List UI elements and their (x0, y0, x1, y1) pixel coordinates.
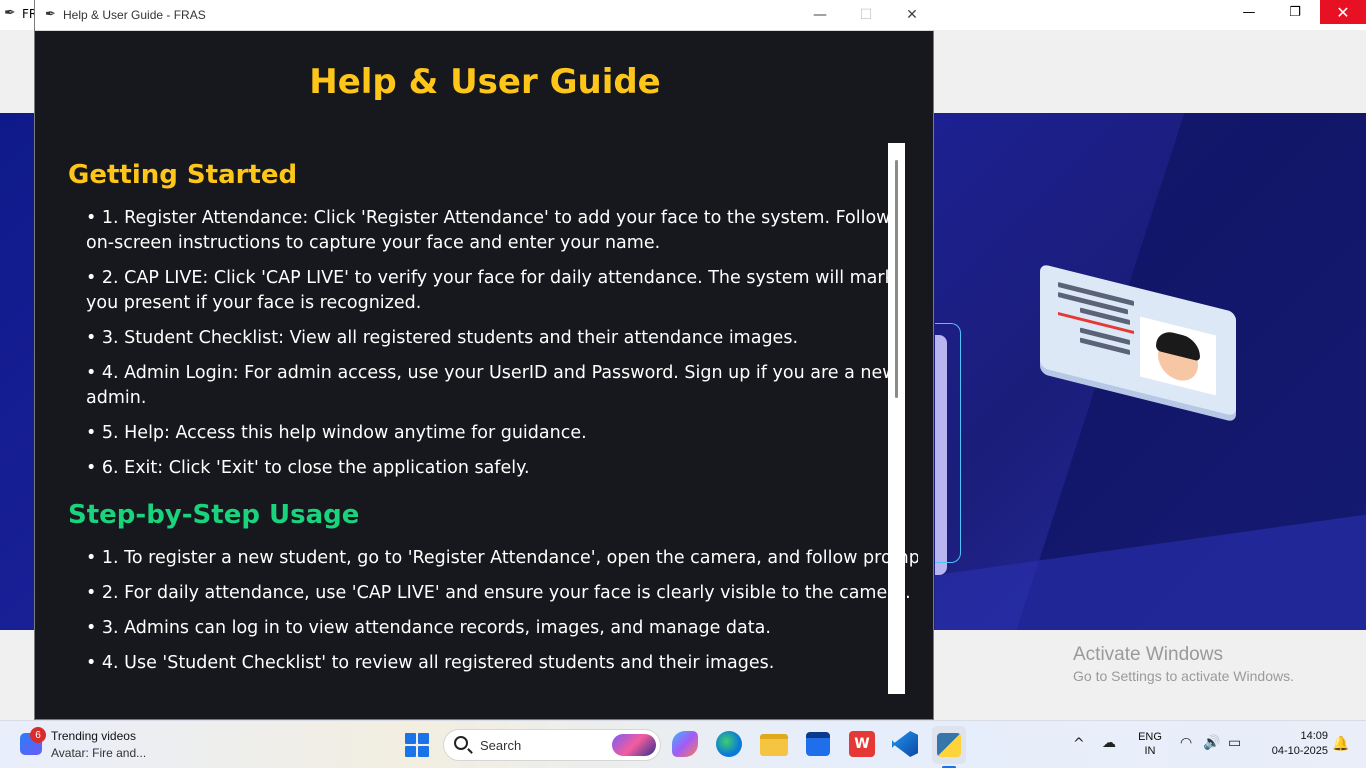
clock-time: 14:09 (1300, 730, 1328, 742)
help-maximize-button[interactable]: ☐ (843, 0, 889, 30)
feather-app-icon: ✒ (4, 5, 16, 21)
list-item: • 3. Student Checklist: View all registe… (86, 328, 799, 348)
help-minimize-button[interactable]: — (797, 0, 843, 30)
battery-icon[interactable]: ▭ (1228, 735, 1241, 751)
list-item: • 2. For daily attendance, use 'CAP LIVE… (86, 583, 911, 603)
help-window: ✒ Help & User Guide - FRAS — ☐ ✕ Help & … (34, 0, 935, 720)
volume-icon[interactable]: 🔊 (1203, 735, 1220, 751)
wps-office-icon[interactable]: W (849, 731, 875, 757)
wifi-icon[interactable]: ◠ (1180, 735, 1192, 751)
start-windows-icon[interactable] (405, 733, 429, 757)
notification-bell-icon[interactable]: 🔔 (1332, 736, 1349, 752)
list-item: • 2. CAP LIVE: Click 'CAP LIVE' to verif… (86, 268, 895, 313)
section-title-getting-started: Getting Started (68, 160, 298, 190)
feather-app-icon: ✒ (45, 7, 56, 22)
list-item: • 4. Use 'Student Checklist' to review a… (86, 653, 775, 673)
taskbar-search-box[interactable]: Search (443, 729, 661, 761)
id-card-photo (1140, 316, 1216, 396)
search-icon (454, 736, 468, 750)
widget-title[interactable]: Trending videos (51, 729, 136, 743)
page-title: Help & User Guide (309, 62, 661, 102)
help-close-button[interactable]: ✕ (889, 0, 935, 30)
main-close-button[interactable]: ✕ (1320, 0, 1366, 24)
step-by-step-list: • 1. To register a new student, go to 'R… (68, 546, 918, 676)
phone-outline (935, 323, 961, 563)
clock[interactable]: 14:09 04-10-2025 (1258, 730, 1328, 757)
language-code: ENG (1138, 731, 1162, 743)
list-item: • 5. Help: Access this help window anyti… (86, 423, 587, 443)
getting-started-list: • 1. Register Attendance: Click 'Registe… (68, 206, 918, 481)
list-item: • 3. Admins can log in to view attendanc… (86, 618, 771, 638)
help-content[interactable]: Getting Started • 1. Register Attendance… (68, 143, 918, 693)
widget-subtitle[interactable]: Avatar: Fire and... (51, 746, 146, 760)
section-title-step-by-step: Step-by-Step Usage (68, 500, 360, 530)
clock-date: 04-10-2025 (1271, 745, 1328, 757)
help-window-titlebar[interactable]: ✒ Help & User Guide - FRAS — ☐ ✕ (35, 0, 935, 31)
help-window-title: Help & User Guide - FRAS (63, 8, 206, 22)
file-explorer-icon[interactable] (760, 734, 788, 756)
activate-windows-title: Activate Windows (1073, 644, 1223, 665)
search-highlight-icon (612, 734, 656, 756)
edge-browser-icon[interactable] (716, 731, 742, 757)
activate-windows-subtitle: Go to Settings to activate Windows. (1073, 668, 1294, 684)
notification-badge: 6 (30, 727, 46, 743)
main-minimize-button[interactable]: — (1226, 0, 1272, 24)
region-code: IN (1144, 745, 1156, 757)
vertical-scrollbar[interactable] (888, 143, 905, 694)
list-item: • 1. Register Attendance: Click 'Registe… (86, 208, 891, 253)
python-icon[interactable] (937, 733, 961, 757)
list-item: • 4. Admin Login: For admin access, use … (86, 363, 897, 408)
main-restore-button[interactable]: ❐ (1272, 0, 1318, 24)
search-placeholder: Search (480, 738, 522, 753)
vscode-icon[interactable] (892, 731, 918, 757)
language-indicator[interactable]: ENG IN (1136, 731, 1164, 757)
copilot-icon[interactable] (672, 731, 698, 757)
scrollbar-thumb[interactable] (895, 160, 898, 398)
list-item: • 1. To register a new student, go to 'R… (86, 548, 918, 568)
microsoft-store-icon[interactable] (806, 732, 830, 756)
list-item: • 6. Exit: Click 'Exit' to close the app… (86, 458, 530, 478)
taskbar: 6 Trending videos Avatar: Fire and... Se… (0, 720, 1366, 768)
chevron-up-icon[interactable]: ^ (1073, 736, 1085, 752)
cloud-offline-icon[interactable]: ☁ (1102, 735, 1116, 751)
